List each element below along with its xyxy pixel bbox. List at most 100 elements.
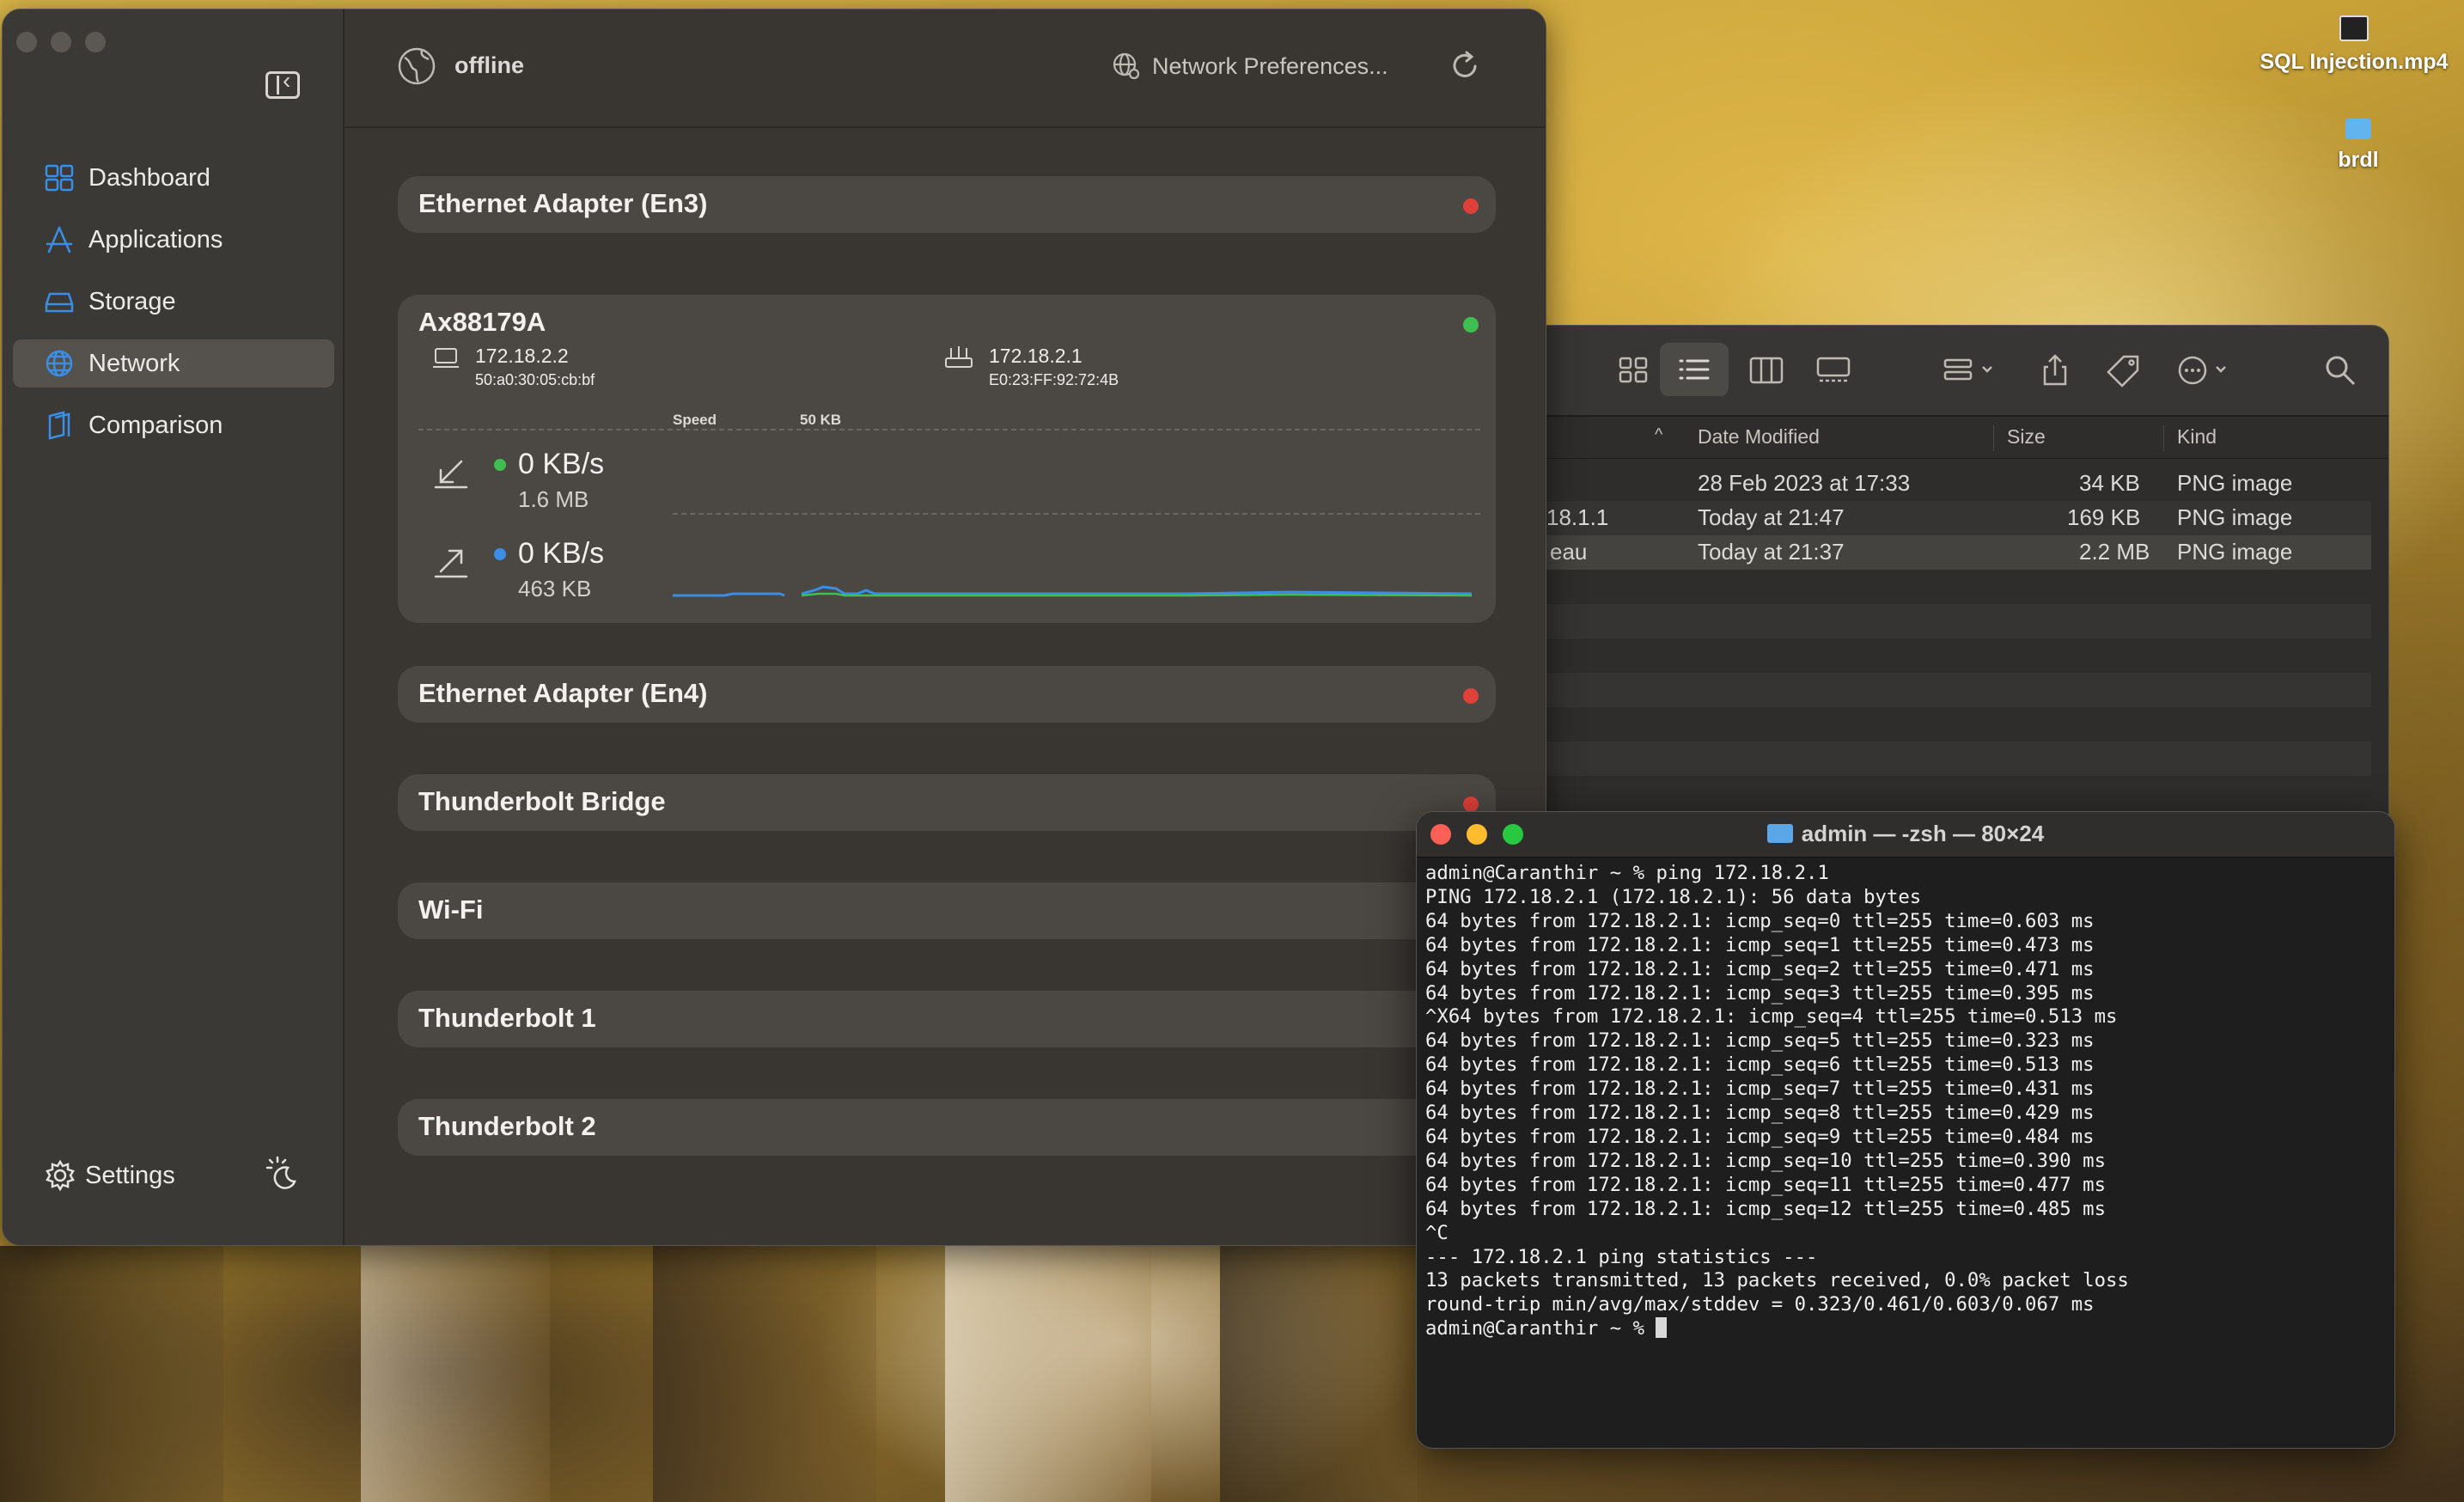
- file-size: 2.2 MB: [2079, 539, 2150, 565]
- globe-gear-icon: [1113, 52, 1140, 80]
- desktop-folder-brdl[interactable]: brdl: [2320, 119, 2397, 173]
- router-interface: 172.18.2.1 E0:23:FF:92:72:4B: [944, 345, 1119, 389]
- router-ip: 172.18.2.1: [989, 345, 1083, 367]
- list-view-icon: [1679, 359, 1710, 380]
- window-minimize-button[interactable]: [51, 32, 71, 52]
- comparison-icon: [40, 406, 78, 444]
- empty-row: [1546, 673, 2371, 707]
- upload-arrow-icon: [434, 549, 468, 578]
- terminal-line: 64 bytes from 172.18.2.1: icmp_seq=2 ttl…: [1425, 957, 2095, 980]
- file-name: eau: [1550, 539, 1588, 565]
- terminal-line: 64 bytes from 172.18.2.1: icmp_seq=6 ttl…: [1425, 1053, 2095, 1077]
- router-mac: E0:23:FF:92:72:4B: [989, 371, 1119, 388]
- icon-view-button[interactable]: [1615, 351, 1653, 389]
- wallpaper-shape: [653, 1246, 876, 1502]
- upload-series-line: [673, 592, 785, 597]
- wallpaper-shape: [361, 1246, 550, 1502]
- storage-icon: [40, 283, 78, 321]
- main-header: offline Network Preferences...: [345, 9, 1546, 128]
- globe-icon: [40, 345, 78, 382]
- finder-window: ^ Date Modified Size Kind 28 Feb 2023 at…: [1546, 325, 2389, 841]
- tag-icon: [2107, 355, 2139, 388]
- file-kind: PNG image: [2177, 504, 2293, 530]
- wallpaper-shape: [0, 1246, 223, 1502]
- column-divider: [1993, 425, 1994, 451]
- window-zoom-button[interactable]: [85, 32, 106, 52]
- adapter-card-thunderbolt-2[interactable]: Thunderbolt 2: [398, 1099, 1496, 1156]
- file-row-selected[interactable]: eau Today at 21:37 2.2 MB PNG image: [1546, 535, 2371, 570]
- refresh-icon[interactable]: [1448, 49, 1482, 83]
- file-date: Today at 21:37: [1698, 539, 1845, 565]
- empty-row: [1546, 604, 2371, 638]
- sidebar-item-dashboard[interactable]: Dashboard: [13, 154, 334, 202]
- settings-button[interactable]: Settings: [44, 1159, 175, 1192]
- file-size: 169 KB: [2067, 504, 2141, 530]
- download-arrow-icon: [434, 460, 468, 489]
- gallery-view-icon: [1816, 357, 1851, 382]
- sidebar-item-comparison[interactable]: Comparison: [13, 401, 334, 449]
- sidebar-item-applications[interactable]: Applications: [13, 216, 334, 264]
- column-date-modified[interactable]: Date Modified: [1698, 425, 1820, 449]
- terminal-title-text: admin — -zsh — 80×24: [1801, 821, 2045, 846]
- desktop-file-sql-injection[interactable]: SQL Injection.mp4: [2251, 15, 2457, 75]
- adapter-card-wifi[interactable]: Wi-Fi: [398, 882, 1496, 939]
- terminal-prompt: admin@Caranthir ~ %: [1425, 1317, 1656, 1340]
- terminal-line: 64 bytes from 172.18.2.1: icmp_seq=11 tt…: [1425, 1173, 2107, 1196]
- file-row[interactable]: 18.1.1 Today at 21:47 169 KB PNG image: [1546, 501, 2371, 535]
- terminal-window: admin — -zsh — 80×24 admin@Caranthir ~ %…: [1416, 811, 2395, 1449]
- gear-icon: [46, 1159, 75, 1192]
- adapter-name: Thunderbolt Bridge: [418, 786, 666, 816]
- group-icon: [1943, 358, 1992, 381]
- download-row: 0 KB/s 1.6 MB: [432, 448, 604, 513]
- file-kind: PNG image: [2177, 470, 2293, 496]
- share-button[interactable]: [2036, 351, 2074, 389]
- column-size[interactable]: Size: [2007, 425, 2046, 449]
- sidebar-item-label: Comparison: [88, 411, 223, 439]
- finder-column-header: ^ Date Modified Size Kind: [1546, 417, 2388, 459]
- more-actions-button[interactable]: [2174, 351, 2242, 389]
- sidebar-item-label: Dashboard: [88, 163, 210, 192]
- column-view-button[interactable]: [1747, 351, 1785, 389]
- appearance-toggle-icon[interactable]: [262, 1154, 303, 1195]
- sidebar-item-network[interactable]: Network: [13, 339, 334, 388]
- adapter-name: Ethernet Adapter (En3): [418, 188, 708, 218]
- applications-icon: [40, 221, 78, 259]
- sidebar-item-storage[interactable]: Storage: [13, 278, 334, 326]
- terminal-line: round-trip min/avg/max/stddev = 0.323/0.…: [1425, 1293, 2095, 1316]
- terminal-line: 64 bytes from 172.18.2.1: icmp_seq=3 ttl…: [1425, 981, 2095, 1004]
- local-mac: 50:a0:30:05:cb:bf: [475, 371, 595, 388]
- terminal-line: ^X64 bytes from 172.18.2.1: icmp_seq=4 t…: [1425, 1005, 2118, 1029]
- group-button[interactable]: [1940, 351, 2009, 389]
- file-size: 34 KB: [2079, 470, 2140, 496]
- wallpaper-shape: [1220, 1246, 1418, 1502]
- list-view-button[interactable]: [1660, 343, 1729, 396]
- download-rate: 0 KB/s: [518, 448, 605, 480]
- upload-series-line-2: [801, 585, 1473, 595]
- terminal-line: 64 bytes from 172.18.2.1: icmp_seq=10 tt…: [1425, 1149, 2107, 1172]
- ellipsis-circle-icon: [2178, 356, 2226, 385]
- desktop-folder-label: brdl: [2338, 148, 2379, 172]
- adapter-card-ax88179a[interactable]: Ax88179A 172.18.2.2 50:a0:30:05:cb:bf 17…: [398, 295, 1496, 623]
- window-close-button[interactable]: [16, 32, 37, 52]
- traffic-chart: [673, 585, 1473, 597]
- sidebar-toggle-icon[interactable]: [265, 67, 300, 99]
- file-row[interactable]: 28 Feb 2023 at 17:33 34 KB PNG image: [1546, 467, 2371, 501]
- terminal-output[interactable]: admin@Caranthir ~ % ping 172.18.2.1 PING …: [1425, 862, 2386, 1448]
- adapter-card-en3[interactable]: Ethernet Adapter (En3): [398, 176, 1496, 233]
- folder-icon: [1766, 824, 1793, 843]
- search-button[interactable]: [2321, 351, 2359, 389]
- columns-view-icon: [1749, 357, 1784, 384]
- file-date: Today at 21:47: [1698, 504, 1845, 530]
- terminal-line: --- 172.18.2.1 ping statistics ---: [1425, 1245, 1818, 1268]
- terminal-line: 64 bytes from 172.18.2.1: icmp_seq=8 ttl…: [1425, 1102, 2095, 1125]
- terminal-cursor: [1656, 1317, 1668, 1339]
- adapter-card-thunderbolt-bridge[interactable]: Thunderbolt Bridge: [398, 774, 1496, 831]
- sort-chevron-icon[interactable]: ^: [1655, 425, 1662, 445]
- gallery-view-button[interactable]: [1814, 351, 1852, 389]
- network-preferences-button[interactable]: Network Preferences...: [1111, 51, 1388, 82]
- column-kind[interactable]: Kind: [2177, 425, 2217, 449]
- adapter-card-thunderbolt-1[interactable]: Thunderbolt 1: [398, 991, 1496, 1047]
- empty-row: [1546, 742, 2371, 776]
- adapter-card-en4[interactable]: Ethernet Adapter (En4): [398, 666, 1496, 723]
- tag-button[interactable]: [2105, 351, 2143, 389]
